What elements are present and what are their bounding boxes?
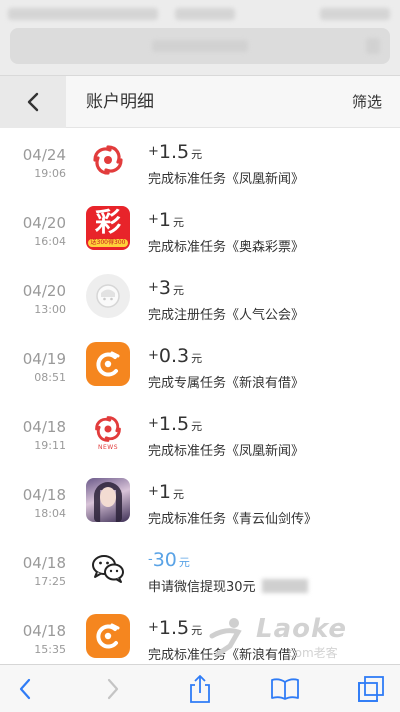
- list-item[interactable]: 04/18 17:25 -30 元 申请微信提现30元: [0, 536, 400, 604]
- list-item[interactable]: 04/20 16:04 彩 送300得300 +1 元 完成标准任务《奥森彩票》: [0, 196, 400, 264]
- record-time: 19:06: [34, 167, 66, 180]
- list-item[interactable]: 04/18 15:35 +1.5 元 完成标准任务《新浪有借》: [0, 604, 400, 672]
- record-time: 16:04: [34, 235, 66, 248]
- url-text-blurred: [152, 40, 248, 52]
- redacted-text: [261, 579, 308, 593]
- browser-back-button[interactable]: [0, 665, 50, 712]
- bookmarks-icon: [271, 678, 299, 700]
- tabs-icon: [358, 676, 384, 702]
- share-icon: [190, 675, 210, 703]
- wechat-icon: [86, 546, 130, 590]
- list-item[interactable]: 04/20 13:00 +3 元 完成注册任务《人气公会》: [0, 264, 400, 332]
- address-bar[interactable]: [10, 28, 390, 64]
- status-bar: [0, 0, 400, 28]
- news-caption: NEWS: [97, 443, 119, 451]
- record-date: 04/18: [22, 622, 66, 640]
- game-app-icon: [86, 478, 130, 522]
- reload-icon[interactable]: [366, 38, 380, 54]
- record-description: 完成注册任务《人气公会》: [148, 308, 305, 323]
- status-bar-blurred: [320, 8, 390, 20]
- lottery-app-icon: 彩 送300得300: [86, 206, 130, 250]
- tabs-button[interactable]: [346, 665, 396, 712]
- sina-loan-icon: [86, 342, 130, 386]
- chevron-left-icon: [27, 92, 39, 112]
- record-amount: +1 元: [148, 209, 184, 231]
- back-button[interactable]: [0, 76, 66, 128]
- record-amount: +3 元: [148, 277, 184, 299]
- account-records-list: 04/24 19:06 +1.5 元 完成标准任务《凤凰新闻》 04/20 16:…: [0, 128, 400, 672]
- list-item[interactable]: 04/18 19:11 NEWS +1.5 元 完成标准任务《凤凰新闻》: [0, 400, 400, 468]
- record-description: 完成标准任务《凤凰新闻》: [148, 444, 305, 459]
- phoenix-news-icon: NEWS: [86, 410, 130, 454]
- record-amount: +1.5 元: [148, 141, 203, 163]
- page-title: 账户明细: [86, 92, 154, 112]
- list-item[interactable]: 04/19 08:51 +0.3 元 完成专属任务《新浪有借》: [0, 332, 400, 400]
- record-amount: +1.5 元: [148, 617, 203, 639]
- record-time: 17:25: [34, 575, 66, 588]
- bookmarks-button[interactable]: [260, 665, 310, 712]
- record-date: 04/24: [22, 146, 66, 164]
- record-time: 19:11: [34, 439, 66, 452]
- record-amount: +1.5 元: [148, 413, 203, 435]
- record-date: 04/19: [22, 350, 66, 368]
- sina-loan-icon: [86, 614, 130, 658]
- list-item[interactable]: 04/24 19:06 +1.5 元 完成标准任务《凤凰新闻》: [0, 128, 400, 196]
- record-time: 18:04: [34, 507, 66, 520]
- phoenix-news-icon: [86, 138, 130, 182]
- record-date: 04/20: [22, 214, 66, 232]
- record-time: 08:51: [34, 371, 66, 384]
- browser-chrome: [0, 0, 400, 76]
- list-item[interactable]: 04/18 18:04 +1 元 完成标准任务《青云仙剑传》: [0, 468, 400, 536]
- record-date: 04/18: [22, 554, 66, 572]
- record-description: 完成标准任务《凤凰新闻》: [148, 172, 305, 187]
- app-header: 账户明细 筛选: [0, 76, 400, 128]
- record-amount: -30 元: [148, 549, 190, 571]
- record-description: 完成标准任务《新浪有借》: [148, 648, 305, 663]
- browser-forward-button[interactable]: [88, 665, 138, 712]
- record-amount: +0.3 元: [148, 345, 203, 367]
- record-description: 申请微信提现30元: [148, 576, 308, 595]
- record-description: 完成标准任务《奥森彩票》: [148, 240, 305, 255]
- browser-toolbar: [0, 664, 400, 712]
- record-time: 13:00: [34, 303, 66, 316]
- forward-arrow-icon: [107, 678, 119, 700]
- status-bar-blurred: [175, 8, 235, 20]
- record-time: 15:35: [34, 643, 66, 656]
- record-amount: +1 元: [148, 481, 184, 503]
- record-description: 完成标准任务《青云仙剑传》: [148, 512, 318, 527]
- status-bar-blurred: [8, 8, 158, 20]
- back-arrow-icon: [19, 678, 31, 700]
- record-description: 完成专属任务《新浪有借》: [148, 376, 305, 391]
- share-button[interactable]: [175, 665, 225, 712]
- record-date: 04/20: [22, 282, 66, 300]
- record-date: 04/18: [22, 418, 66, 436]
- record-date: 04/18: [22, 486, 66, 504]
- guild-app-icon: [86, 274, 130, 318]
- filter-button[interactable]: 筛选: [352, 76, 382, 128]
